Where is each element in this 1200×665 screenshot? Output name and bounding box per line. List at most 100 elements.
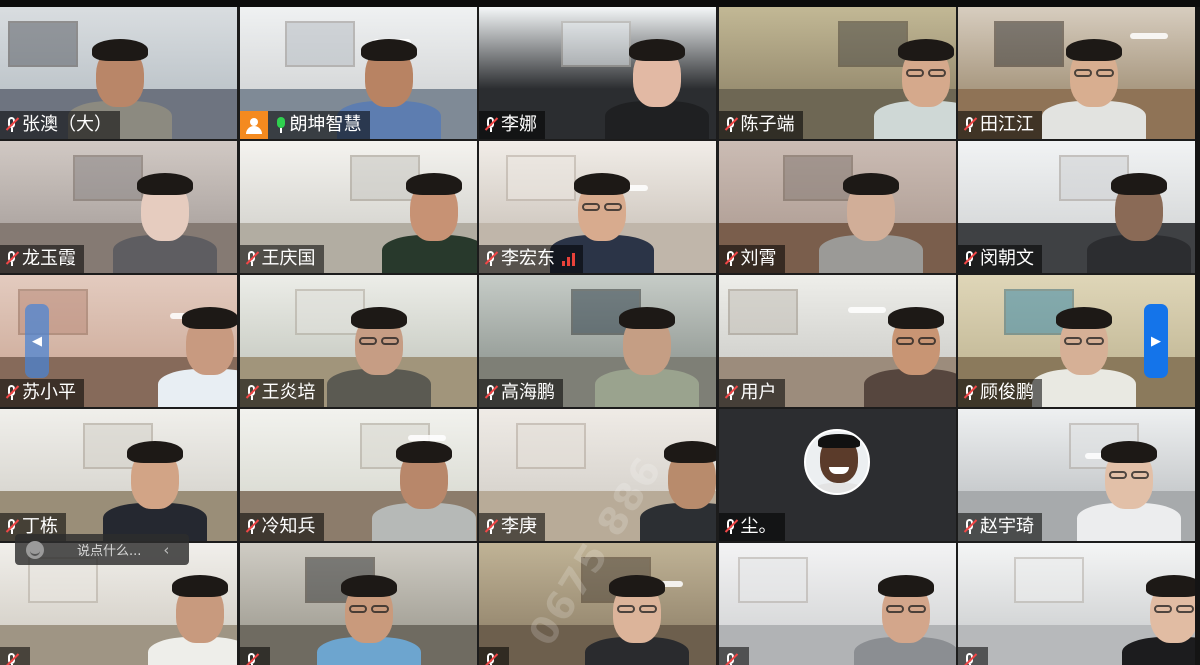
chat-placeholder: 说点什么... — [77, 544, 142, 559]
participant-name-tag: 顾俊鹏 — [958, 378, 1042, 407]
participant-figure — [105, 153, 225, 273]
prev-page-button[interactable]: ◀ — [25, 304, 49, 378]
participant-tile[interactable]: 李庚 — [479, 409, 716, 541]
participant-tile[interactable]: 陈子端 — [718, 7, 956, 139]
microphone-muted-icon — [243, 384, 260, 401]
video-feed — [958, 543, 1195, 665]
participant-name-tag — [0, 646, 30, 665]
participant-name-tag: 苏小平 — [0, 378, 84, 407]
microphone-on-icon — [274, 116, 288, 134]
participant-name: 田江江 — [980, 113, 1034, 135]
participant-tile[interactable]: 王炎培 — [239, 275, 477, 407]
microphone-muted-icon — [243, 250, 260, 267]
microphone-muted-icon — [482, 116, 499, 133]
participant-tile[interactable]: 高海鹏 — [479, 275, 716, 407]
participant-name: 王炎培 — [261, 381, 316, 403]
participant-tile[interactable]: 赵宇琦 — [958, 409, 1195, 541]
participant-name: 陈子端 — [740, 113, 795, 135]
participant-figure — [95, 421, 215, 541]
participant-name: 张澳（大） — [22, 113, 112, 135]
participant-figure — [1024, 287, 1144, 407]
video-feed — [479, 543, 716, 665]
participant-name: 赵宇琦 — [980, 515, 1034, 537]
participant-figure — [577, 555, 697, 665]
participant-name-tag: 李庚 — [479, 512, 545, 541]
participant-tile[interactable]: 龙玉霞 — [0, 141, 237, 273]
participant-tile[interactable]: 李娜 — [479, 7, 716, 139]
participant-name: 闵朝文 — [980, 247, 1034, 269]
microphone-muted-icon — [961, 652, 978, 665]
emoji-icon[interactable] — [26, 540, 44, 559]
participant-tile[interactable] — [958, 543, 1195, 665]
microphone-muted-icon — [3, 250, 20, 267]
participant-figure — [150, 287, 237, 407]
participant-tile[interactable]: 用户 — [718, 275, 956, 407]
video-feed — [718, 543, 956, 665]
microphone-muted-icon — [482, 384, 499, 401]
participant-name-tag: 李宏东 — [479, 244, 583, 273]
participant-tile[interactable] — [718, 543, 956, 665]
chevron-left-icon: ◀ — [32, 333, 42, 349]
microphone-muted-icon — [482, 250, 499, 267]
participant-name: 顾俊鹏 — [980, 381, 1034, 403]
participant-name-tag: 朗坤智慧 — [239, 110, 370, 139]
participant-tile[interactable]: 闵朝文 — [958, 141, 1195, 273]
participant-tile[interactable]: 王庆国 — [239, 141, 477, 273]
participant-name-tag: 张澳（大） — [0, 110, 120, 139]
participant-name-tag: 田江江 — [958, 110, 1042, 139]
participant-tile[interactable]: 刘霄 — [718, 141, 956, 273]
microphone-muted-icon — [722, 250, 739, 267]
microphone-muted-icon — [3, 652, 20, 665]
participant-tile[interactable] — [479, 543, 716, 665]
next-page-button[interactable]: ▶ — [1144, 304, 1168, 378]
participant-figure — [1034, 19, 1154, 139]
avatar — [803, 429, 870, 496]
participant-name-tag: 李娜 — [479, 110, 545, 139]
participant-tile[interactable]: 丁栋 — [0, 409, 237, 541]
participant-name-tag: 闵朝文 — [958, 244, 1042, 273]
participant-name: 龙玉霞 — [22, 247, 76, 269]
participant-tile[interactable]: 张澳（大） — [0, 7, 237, 139]
microphone-muted-icon — [722, 518, 739, 535]
participant-figure — [319, 287, 439, 407]
participant-tile[interactable]: 田江江 — [958, 7, 1195, 139]
chat-input-bar[interactable]: 说点什么... ‹ — [15, 534, 189, 565]
participant-name-tag: 冷知兵 — [239, 512, 324, 541]
participant-figure — [846, 555, 956, 665]
participant-name-tag — [958, 646, 988, 665]
participant-figure — [811, 153, 931, 273]
participant-figure — [374, 153, 477, 273]
video-feed — [239, 543, 477, 665]
host-icon — [239, 110, 268, 139]
microphone-muted-icon — [961, 518, 978, 535]
participant-name: 刘霄 — [740, 247, 777, 269]
participant-name-tag: 王庆国 — [239, 244, 324, 273]
participant-figure — [1114, 555, 1195, 665]
microphone-muted-icon — [961, 250, 978, 267]
microphone-muted-icon — [3, 384, 20, 401]
participant-name-tag: 尘。 — [718, 512, 785, 541]
chevron-left-icon[interactable]: ‹ — [163, 541, 169, 559]
participant-tile[interactable]: 李宏东 — [479, 141, 716, 273]
participant-figure — [364, 421, 477, 541]
participant-figure — [856, 287, 956, 407]
participant-tile[interactable]: 朗坤智慧 — [239, 7, 477, 139]
participant-name: 李娜 — [501, 113, 537, 135]
participant-figure — [587, 287, 707, 407]
window-top-bar — [0, 0, 1200, 7]
microphone-muted-icon — [3, 116, 20, 133]
participant-name-tag: 王炎培 — [239, 378, 324, 407]
participant-tile[interactable] — [239, 543, 477, 665]
network-signal-icon — [562, 252, 575, 266]
participant-name-tag: 高海鹏 — [479, 378, 563, 407]
participant-figure — [1069, 421, 1189, 541]
participant-tile[interactable]: 尘。 — [718, 409, 956, 541]
participant-name: 高海鹏 — [501, 381, 555, 403]
participant-name-tag: 龙玉霞 — [0, 244, 84, 273]
microphone-muted-icon — [722, 116, 739, 133]
participant-name-tag — [479, 646, 509, 665]
microphone-muted-icon — [482, 652, 499, 665]
participant-tile[interactable]: 冷知兵 — [239, 409, 477, 541]
participant-figure — [309, 555, 429, 665]
microphone-muted-icon — [961, 384, 978, 401]
